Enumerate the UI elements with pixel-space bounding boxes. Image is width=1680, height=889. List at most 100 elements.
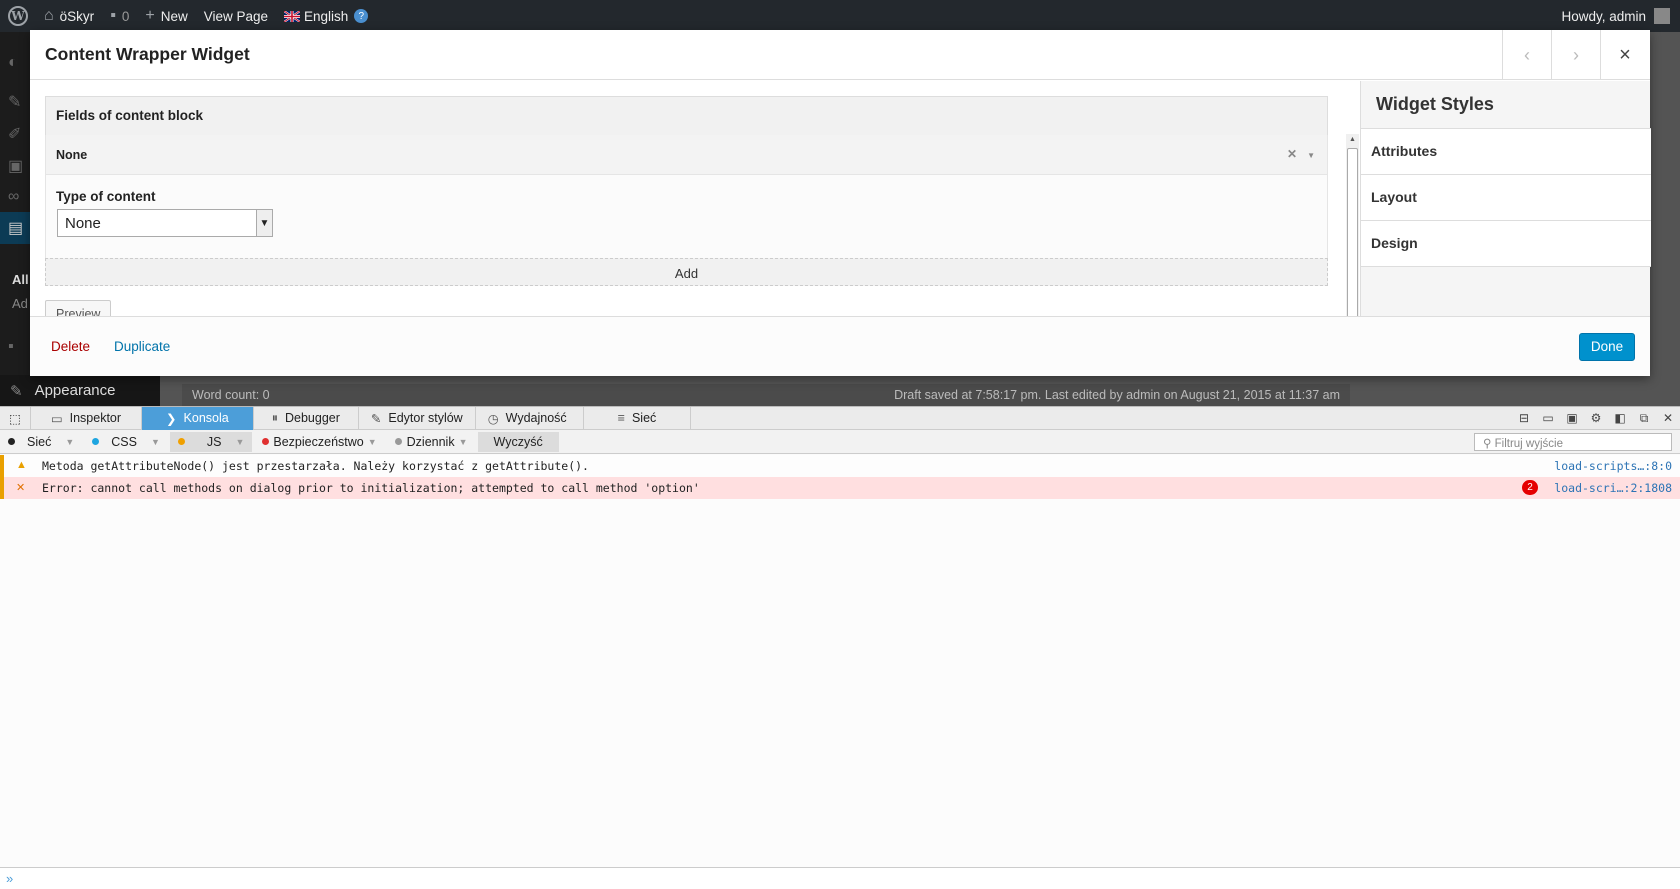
filter-security[interactable]: Bezpieczeństwo ▼ <box>254 432 384 452</box>
plus-icon: + <box>145 7 155 24</box>
widget-form: Fields of content block None ✕ ▼ Type of… <box>30 81 1359 316</box>
inspector-icon: ▭ <box>50 411 63 426</box>
tab-debugger-label: Debugger <box>284 411 340 425</box>
message-text: Error: cannot call methods on dialog pri… <box>42 481 700 495</box>
close-devtools-icon[interactable]: ✕ <box>1656 411 1680 425</box>
repeater-item-body: Type of content None ▼ <box>45 175 1328 259</box>
type-of-content-select[interactable]: None ▼ <box>57 209 273 237</box>
draft-status: Draft saved at 7:58:17 pm. Last edited b… <box>894 388 1340 402</box>
language-switcher[interactable]: English ? <box>276 0 376 32</box>
split-console-icon[interactable]: ⊟ <box>1512 411 1536 425</box>
scrollbar-thumb[interactable] <box>1347 148 1358 316</box>
scroll-up-icon[interactable]: ▲ <box>1349 136 1356 143</box>
submenu-add-new[interactable]: Ad <box>12 296 28 311</box>
comment-icon: ▪ <box>110 7 116 24</box>
help-icon[interactable]: ? <box>354 9 369 23</box>
appearance-label: Appearance <box>34 382 116 399</box>
appearance-menu[interactable]: ✎ Appearance <box>0 375 160 406</box>
tab-debugger[interactable]: ⏸ Debugger <box>254 406 359 430</box>
clear-console-label: Wyczyść <box>493 434 543 449</box>
preview-button[interactable]: Preview <box>45 300 112 316</box>
console-icon: ❯ <box>166 411 177 426</box>
duplicate-link[interactable]: Duplicate <box>114 339 170 354</box>
console-input[interactable]: » <box>0 867 1680 889</box>
widget-styles-panel: Widget Styles Attributes Layout Design <box>1360 81 1651 316</box>
message-source-link[interactable]: load-scripts…:8:0 <box>1554 459 1672 473</box>
view-page-link[interactable]: View Page <box>196 0 276 32</box>
scratchpad-icon[interactable]: ▣ <box>1560 411 1584 425</box>
security-dot-icon <box>262 438 270 445</box>
filter-security-label: Bezpieczeństwo <box>273 434 364 449</box>
filter-js[interactable]: JS ▼ <box>169 431 253 452</box>
submenu-all-pages[interactable]: All <box>12 272 29 287</box>
tab-console[interactable]: ❯ Konsola <box>142 406 254 430</box>
site-name-label: öSkyr <box>59 8 95 24</box>
account-menu[interactable]: Howdy, admin <box>1561 9 1646 24</box>
chevron-right-icon: › <box>1573 44 1579 65</box>
add-item-button[interactable]: Add <box>45 258 1328 286</box>
message-source-link[interactable]: load-scri…:2:1808 <box>1554 481 1672 495</box>
caret-down-icon[interactable]: ▼ <box>1307 151 1315 160</box>
comments-link[interactable]: ▪ 0 <box>102 0 137 32</box>
logging-dot-icon <box>394 438 402 445</box>
form-scrollbar[interactable]: ▲ ▼ <box>1346 134 1359 316</box>
dropdown-arrow-icon: ▼ <box>150 436 160 447</box>
filter-logging[interactable]: Dziennik ▼ <box>387 432 476 452</box>
dock-side-icon[interactable]: ◧ <box>1608 411 1632 425</box>
filter-output-input[interactable]: ⚲ Filtruj wyjście <box>1474 433 1672 451</box>
filter-js-label: JS <box>206 434 222 449</box>
js-dot-icon <box>177 438 185 445</box>
filter-output-placeholder: Filtruj wyjście <box>1494 438 1563 450</box>
responsive-mode-icon[interactable]: ▭ <box>1536 411 1560 425</box>
filter-net[interactable]: Sieć ▼ <box>0 432 82 452</box>
language-label: English <box>304 8 349 24</box>
view-page-label: View Page <box>203 8 269 24</box>
net-dot-icon <box>8 438 15 445</box>
devtools-toolbar: ⬚ ▭ Inspektor ❯ Konsola ⏸ Debugger ✎ Edytor … <box>0 406 1680 430</box>
chevron-left-icon: ‹ <box>1524 44 1530 65</box>
site-name-link[interactable]: ⌂ öSkyr <box>36 0 102 32</box>
next-widget-button[interactable]: › <box>1551 30 1600 80</box>
posts-icon[interactable]: ✎ <box>8 92 30 114</box>
style-section-design[interactable]: Design <box>1361 220 1651 267</box>
undock-icon[interactable]: ⧉ <box>1632 411 1656 426</box>
style-section-layout[interactable]: Layout <box>1361 174 1651 221</box>
style-section-attributes[interactable]: Attributes <box>1361 128 1651 175</box>
repeat-count-badge: 2 <box>1522 480 1538 495</box>
admin-bar: W ⌂ öSkyr ▪ 0 + New View Page English ? How… <box>0 0 1680 32</box>
tab-network[interactable]: ≡ Sieć <box>584 406 692 430</box>
links-icon[interactable]: ∞ <box>8 188 30 210</box>
dialog-footer: Delete Duplicate Done <box>30 316 1650 376</box>
tab-performance[interactable]: ◷ Wydajność <box>476 406 584 430</box>
brush-icon[interactable]: ✐ <box>8 124 30 146</box>
console-message-error: ✕ Error: cannot call methods on dialog p… <box>0 477 1680 499</box>
filter-logging-label: Dziennik <box>406 434 455 449</box>
done-button[interactable]: Done <box>1579 333 1635 361</box>
tab-console-label: Konsola <box>183 411 229 425</box>
section-title: Fields of content block <box>45 96 1328 136</box>
pick-element-icon: ⬚ <box>9 411 21 426</box>
delete-link[interactable]: Delete <box>51 339 90 354</box>
wp-logo-menu[interactable]: W <box>0 0 36 32</box>
filter-css[interactable]: CSS ▼ <box>84 432 168 452</box>
previous-widget-button[interactable]: ‹ <box>1502 30 1551 80</box>
remove-item-icon[interactable]: ✕ <box>1287 147 1297 161</box>
home-icon: ⌂ <box>44 7 54 24</box>
pick-element-button[interactable]: ⬚ <box>0 406 31 430</box>
new-content-link[interactable]: + New <box>137 0 195 32</box>
tab-inspector-label: Inspektor <box>69 411 122 425</box>
new-label: New <box>160 8 188 24</box>
close-dialog-button[interactable]: × <box>1600 30 1649 80</box>
comments-menu-icon[interactable]: ▪ <box>8 338 30 360</box>
tab-inspector[interactable]: ▭ Inspektor <box>31 406 143 430</box>
tab-style-editor[interactable]: ✎ Edytor stylów <box>359 406 476 430</box>
console-message-warning: ▲ Metoda getAttributeNode() jest przesta… <box>0 455 1680 477</box>
avatar[interactable] <box>1654 8 1670 24</box>
clear-console-button[interactable]: Wyczyść <box>477 431 559 452</box>
repeater-item-header[interactable]: None ✕ ▼ <box>45 135 1328 175</box>
settings-icon[interactable]: ⚙ <box>1584 411 1608 425</box>
type-of-content-label: Type of content <box>56 189 156 204</box>
tab-style-editor-label: Edytor stylów <box>388 411 463 425</box>
dashboard-icon[interactable]: ◐ <box>8 54 30 76</box>
media-icon[interactable]: ▣ <box>8 156 30 178</box>
